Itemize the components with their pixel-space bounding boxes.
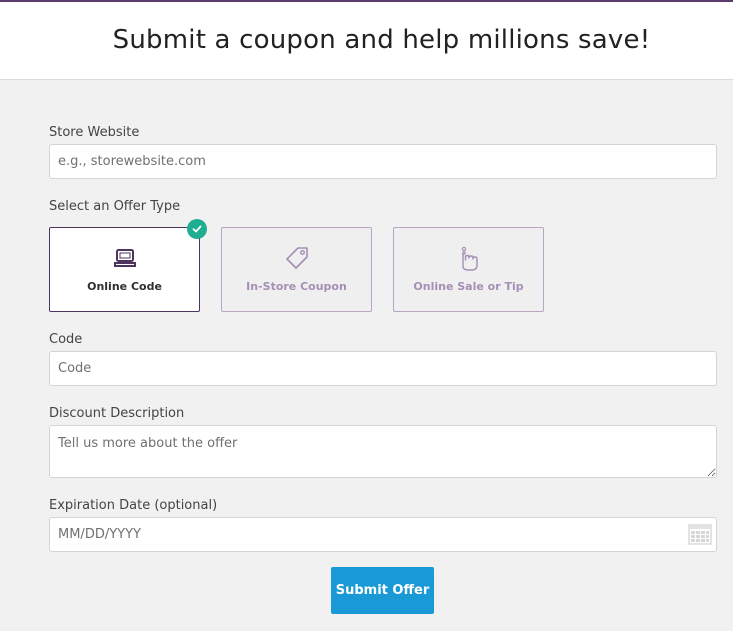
laptop-icon	[113, 246, 137, 272]
offer-card-label: Online Code	[87, 280, 162, 293]
calendar-icon[interactable]	[688, 523, 712, 550]
offer-type-label: Select an Offer Type	[49, 199, 181, 214]
offer-card-online-sale[interactable]: Online Sale or Tip	[393, 227, 544, 312]
offer-card-in-store-coupon[interactable]: In-Store Coupon	[221, 227, 372, 312]
offer-card-label: In-Store Coupon	[246, 280, 347, 293]
expiration-date-input[interactable]	[49, 517, 717, 552]
tag-icon	[284, 246, 310, 272]
store-website-input[interactable]	[49, 144, 717, 179]
page-title: Submit a coupon and help millions save!	[112, 24, 651, 55]
discount-description-textarea[interactable]	[49, 425, 717, 478]
expiration-date-label: Expiration Date (optional)	[49, 498, 218, 513]
discount-description-label: Discount Description	[49, 406, 185, 421]
code-label: Code	[49, 332, 83, 347]
store-website-label: Store Website	[49, 125, 140, 140]
offer-card-online-code[interactable]: Online Code	[49, 227, 200, 312]
submit-offer-button[interactable]: Submit Offer	[331, 567, 434, 614]
selected-check-icon	[187, 219, 207, 239]
offer-card-label: Online Sale or Tip	[413, 280, 524, 293]
page-header: Submit a coupon and help millions save!	[0, 2, 733, 80]
code-input[interactable]	[49, 351, 717, 386]
hand-pointer-icon	[457, 246, 481, 272]
